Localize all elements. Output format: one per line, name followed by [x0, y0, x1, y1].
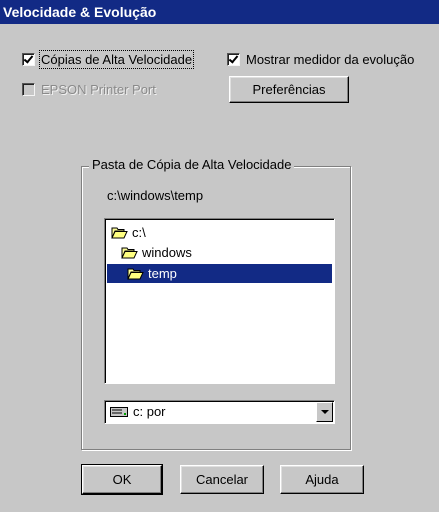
- cancel-button[interactable]: Cancelar: [180, 465, 264, 494]
- help-button-label: Ajuda: [305, 472, 339, 487]
- high-speed-copies-checkbox[interactable]: [22, 53, 35, 66]
- cancel-button-label: Cancelar: [195, 472, 249, 487]
- epson-printer-port-checkbox: [22, 83, 35, 96]
- open-folder-icon: [121, 247, 138, 258]
- ok-button[interactable]: OK: [81, 464, 163, 495]
- open-folder-icon: [111, 227, 128, 238]
- epson-printer-port-option: EPSON Printer Port: [22, 82, 156, 97]
- drive-select[interactable]: c: por: [104, 400, 335, 424]
- directory-item-label: windows: [142, 245, 192, 260]
- drive-icon: [110, 407, 128, 417]
- window-title: Velocidade & Evolução: [3, 4, 157, 20]
- high-speed-folder-group-title: Pasta de Cópia de Alta Velocidade: [89, 157, 295, 172]
- directory-list[interactable]: c:\ windows temp: [104, 218, 335, 384]
- show-progress-meter-checkbox[interactable]: [227, 53, 240, 66]
- show-progress-meter-option[interactable]: Mostrar medidor da evolução: [227, 52, 414, 67]
- dialog-window: Velocidade & Evolução Cópias de Alta Vel…: [0, 0, 439, 512]
- directory-item-temp[interactable]: temp: [107, 264, 332, 283]
- chevron-down-icon: [320, 410, 329, 414]
- directory-item-windows[interactable]: windows: [117, 243, 332, 262]
- help-button[interactable]: Ajuda: [280, 465, 364, 494]
- epson-printer-port-label: EPSON Printer Port: [41, 82, 156, 97]
- directory-item-label: c:\: [132, 225, 146, 240]
- title-bar: Velocidade & Evolução: [0, 0, 439, 24]
- high-speed-copies-label: Cópias de Alta Velocidade: [38, 50, 195, 69]
- open-folder-icon: [127, 268, 144, 279]
- drive-select-value: c: por: [133, 404, 166, 419]
- dropdown-arrow-button[interactable]: [316, 402, 333, 422]
- current-folder-path: c:\windows\temp: [107, 188, 204, 203]
- preferences-button[interactable]: Preferências: [229, 76, 349, 103]
- show-progress-meter-label: Mostrar medidor da evolução: [246, 52, 415, 67]
- directory-item-label: temp: [148, 266, 177, 281]
- ok-button-label: OK: [112, 472, 132, 487]
- directory-item-root[interactable]: c:\: [107, 223, 332, 242]
- high-speed-copies-option[interactable]: Cópias de Alta Velocidade: [22, 50, 195, 69]
- preferences-button-label: Preferências: [252, 82, 326, 97]
